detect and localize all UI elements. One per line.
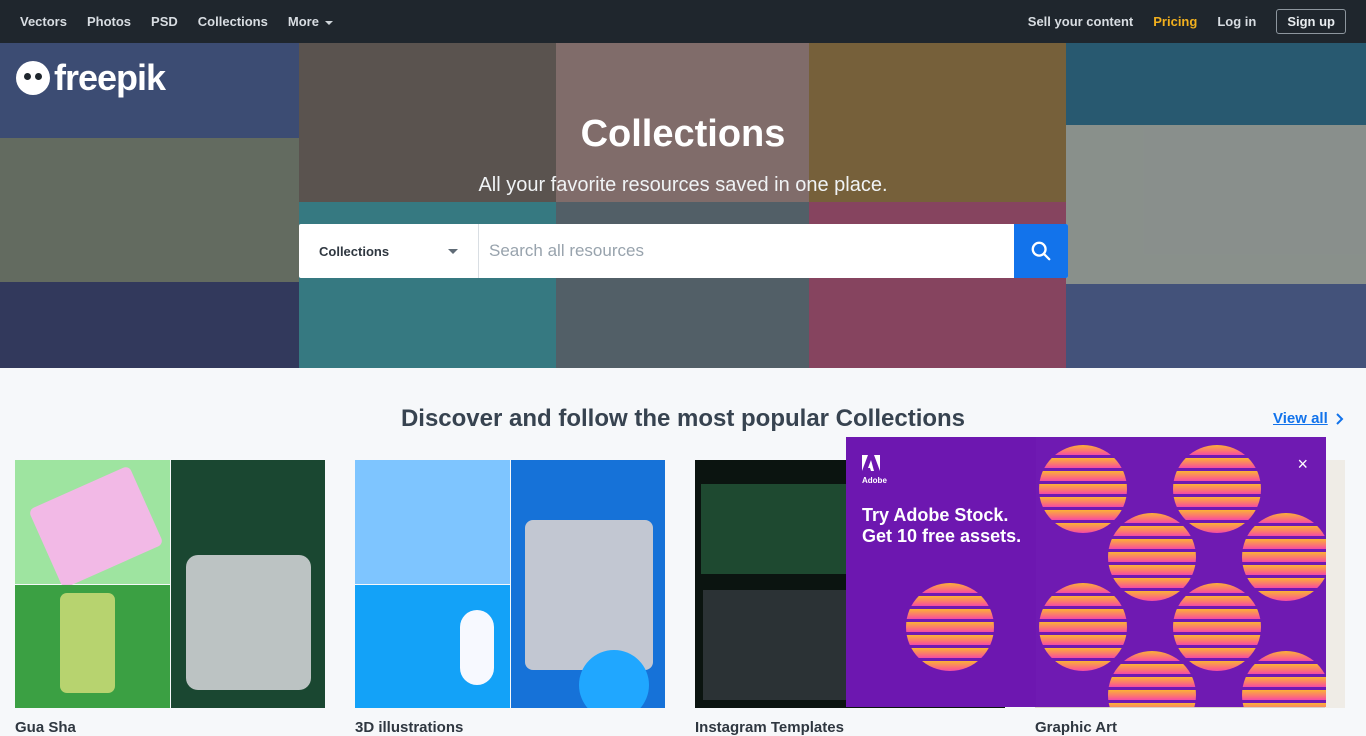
main-nav: Vectors Photos PSD Collections More (20, 14, 333, 29)
page-title: Collections (580, 113, 786, 155)
hero-overlay (0, 43, 1366, 368)
signup-button[interactable]: Sign up (1276, 9, 1346, 34)
freepik-logo[interactable]: freepik (16, 57, 166, 99)
search-icon (1031, 241, 1051, 261)
ad-subheadline: Get 10 free assets. (862, 526, 1022, 546)
collection-preview (460, 610, 494, 685)
stripe-sun-graphic (1242, 513, 1326, 601)
collection-preview (1325, 460, 1345, 708)
nav-more-label: More (287, 14, 319, 29)
stripe-sun-graphic (1108, 513, 1196, 601)
stripe-sun-graphic (1039, 445, 1127, 533)
adobe-logo-icon (862, 455, 880, 471)
view-all-label: View all (1273, 410, 1328, 427)
stripe-sun-graphic (906, 583, 994, 671)
nav-more[interactable]: More (288, 14, 333, 29)
sell-content-link[interactable]: Sell your content (1028, 14, 1133, 29)
collection-preview (703, 590, 848, 700)
close-icon[interactable]: × (1297, 455, 1308, 473)
hero-banner: freepik Collections All your favorite re… (0, 43, 1366, 368)
stripe-sun-graphic (1242, 651, 1326, 707)
nav-collections[interactable]: Collections (198, 14, 268, 29)
collection-card[interactable] (15, 460, 325, 708)
adobe-logo: Adobe (862, 455, 887, 485)
search-input[interactable] (479, 224, 1014, 278)
login-link[interactable]: Log in (1217, 14, 1256, 29)
search-button[interactable] (1014, 224, 1068, 278)
section-heading: Discover and follow the most popular Col… (400, 405, 966, 432)
pricing-link[interactable]: Pricing (1153, 14, 1197, 29)
nav-psd[interactable]: PSD (151, 14, 178, 29)
collection-preview (701, 484, 846, 574)
nav-photos[interactable]: Photos (87, 14, 131, 29)
collection-preview (186, 555, 311, 690)
account-nav: Sell your content Pricing Log in Sign up (1028, 9, 1346, 34)
adobe-logo-text: Adobe (862, 476, 887, 485)
adobe-stock-ad[interactable]: Adobe Try Adobe Stock. Get 10 free asset… (846, 437, 1326, 707)
view-all-link[interactable]: View all (1273, 410, 1344, 427)
resource-type-select[interactable]: Collections (299, 224, 479, 278)
freepik-wordmark: freepik (54, 57, 166, 98)
ad-headline: Try Adobe Stock. (862, 505, 1009, 525)
top-navigation: Vectors Photos PSD Collections More Sell… (0, 0, 1366, 43)
chevron-right-icon (1336, 412, 1344, 425)
chevron-down-icon (448, 248, 458, 254)
nav-vectors[interactable]: Vectors (20, 14, 67, 29)
page-subtitle: All your favorite resources saved in one… (478, 174, 888, 196)
stripe-sun-graphic (1173, 445, 1261, 533)
stripe-sun-graphic (1039, 583, 1127, 671)
collection-preview (60, 593, 115, 693)
stripe-sun-graphic (1108, 651, 1196, 707)
collection-preview (355, 460, 510, 584)
resource-type-value: Collections (319, 243, 390, 259)
freepik-logo-icon (16, 61, 50, 95)
chevron-down-icon (324, 20, 333, 25)
collection-card[interactable] (355, 460, 665, 708)
stripe-sun-graphic (1173, 583, 1261, 671)
ad-copy: Try Adobe Stock. Get 10 free assets. (862, 505, 1021, 547)
search-bar: Collections (299, 224, 1068, 278)
collection-preview (525, 520, 653, 670)
